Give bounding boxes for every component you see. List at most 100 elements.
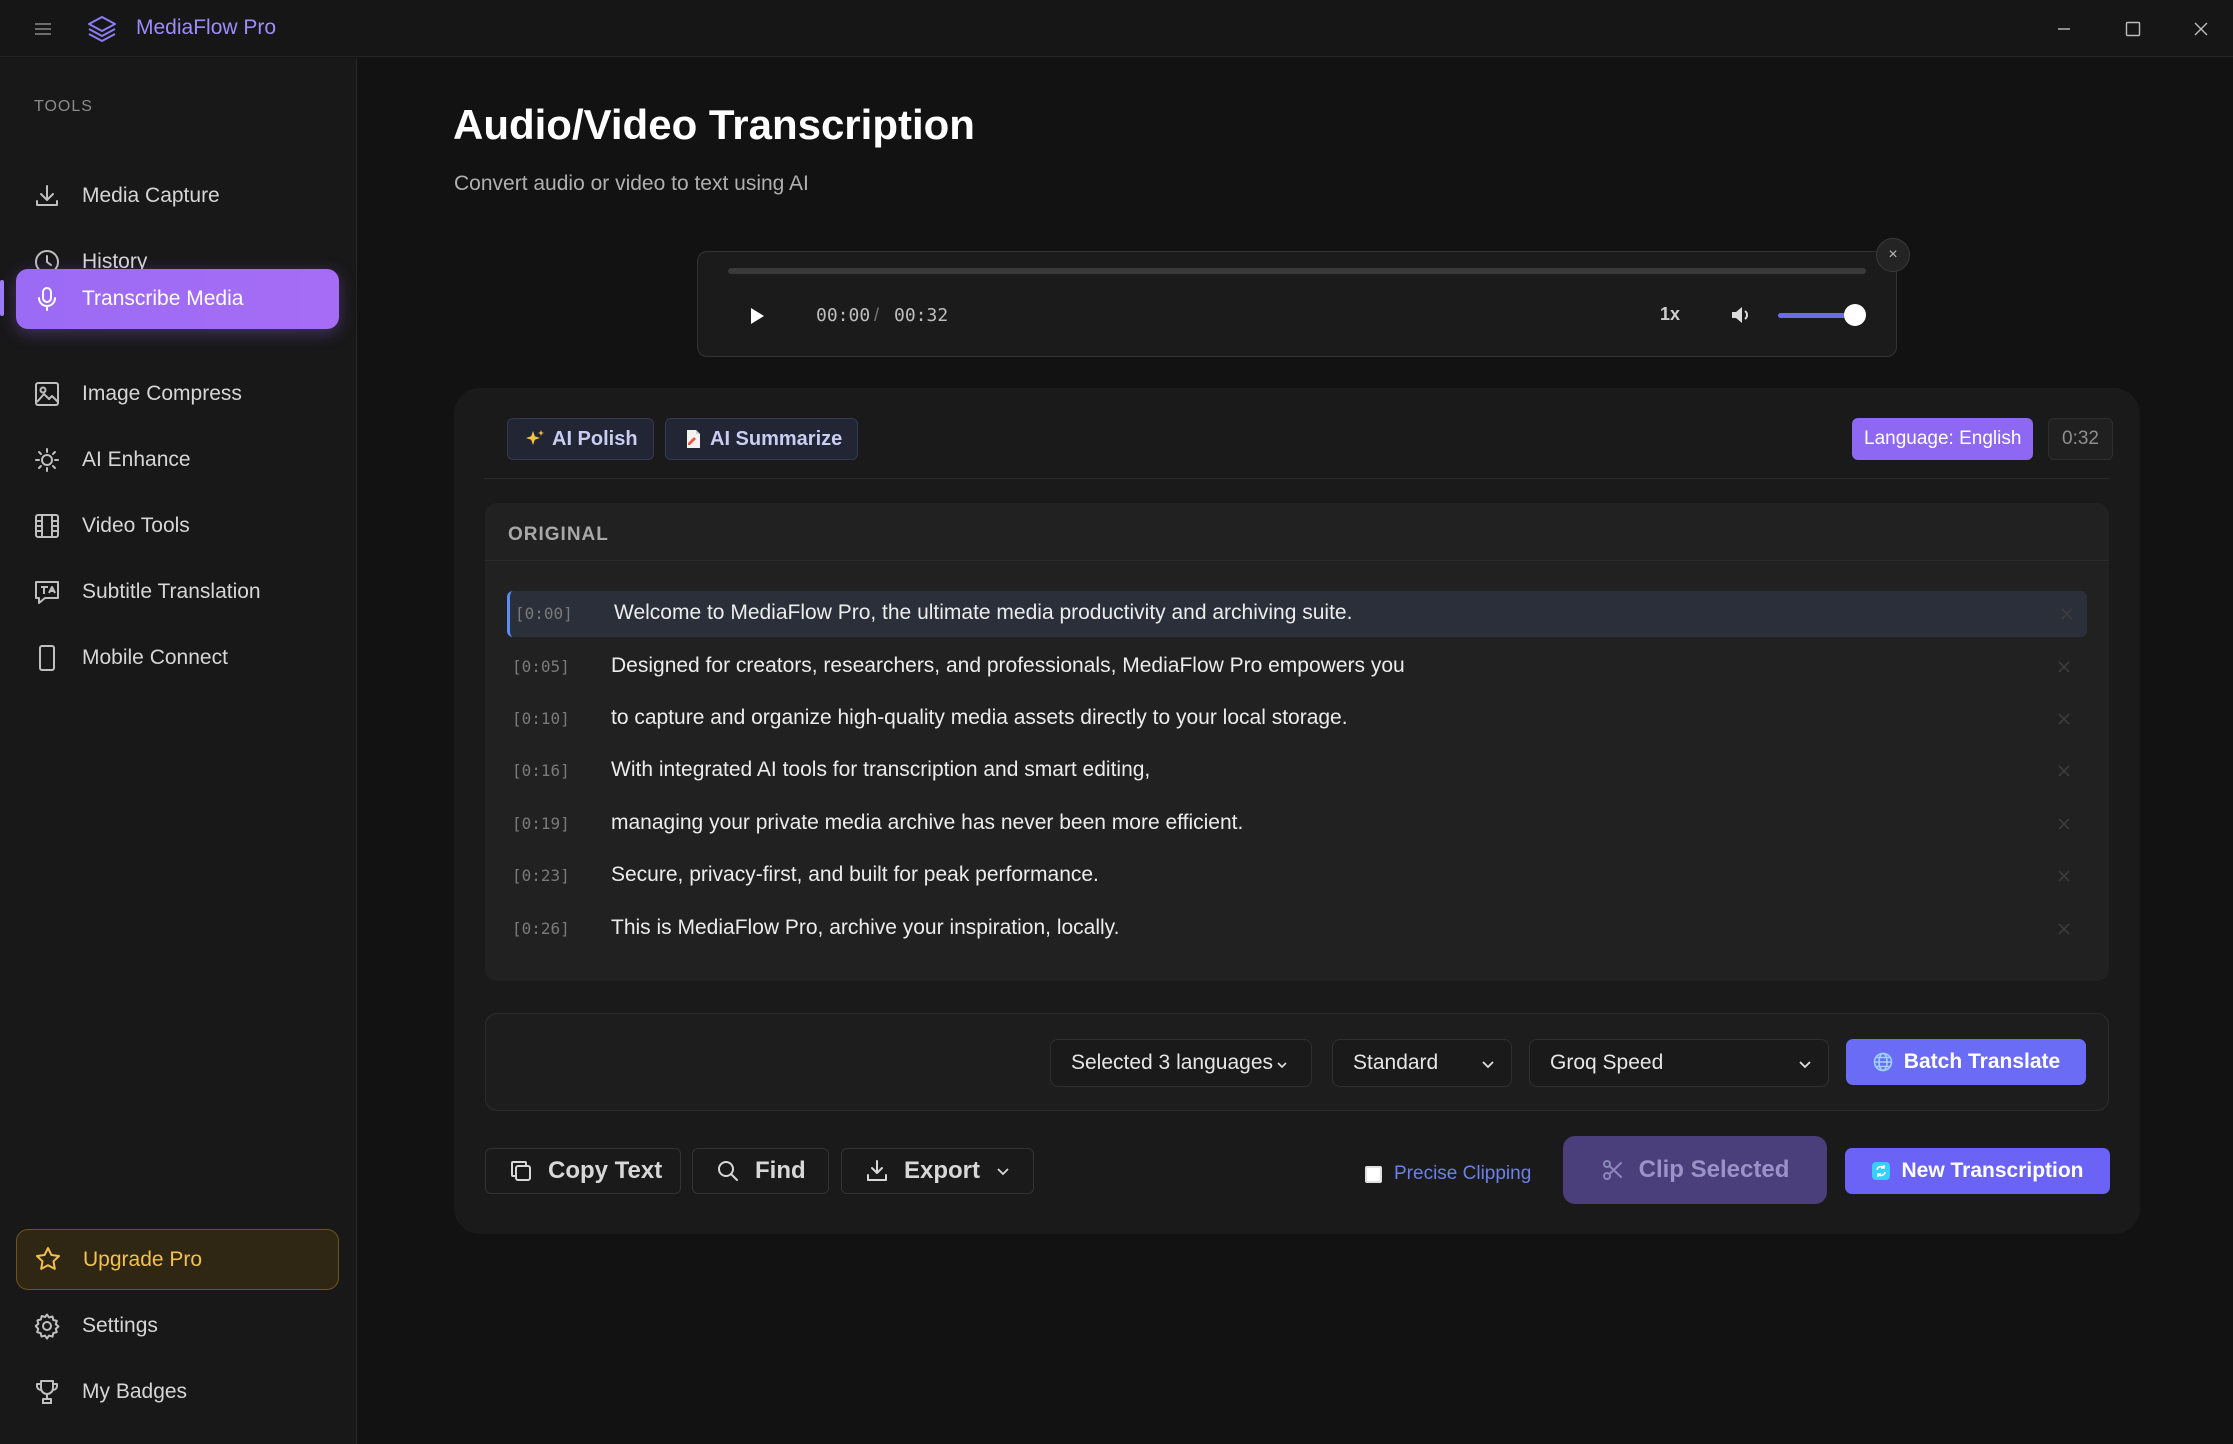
segment-text[interactable]: With integrated AI tools for transcripti… — [611, 758, 1150, 782]
ai-summarize-button[interactable]: AI Summarize — [665, 418, 859, 460]
sidebar-item-ai-enhance[interactable]: AI Enhance — [16, 430, 339, 490]
sidebar-item-label: Subtitle Translation — [82, 580, 261, 603]
original-transcript-panel: ORIGINAL [0:00] Welcome to MediaFlow Pro… — [485, 503, 2109, 981]
transcript-segment[interactable]: [0:19] managing your private media archi… — [507, 801, 2087, 847]
progress-bar[interactable] — [728, 268, 1866, 274]
ai-polish-label: AI Polish — [552, 427, 638, 450]
current-time: 00:00 — [816, 305, 871, 326]
ai-polish-button[interactable]: AI Polish — [507, 418, 654, 460]
segment-timestamp[interactable]: [0:10] — [512, 709, 570, 728]
close-window-icon[interactable] — [2186, 14, 2216, 44]
export-button[interactable]: Export — [841, 1148, 1034, 1194]
volume-icon[interactable] — [1728, 302, 1754, 328]
segment-text[interactable]: Designed for creators, researchers, and … — [611, 654, 1405, 678]
minimize-icon[interactable] — [2049, 14, 2079, 44]
hamburger-menu-icon[interactable] — [32, 18, 54, 40]
sidebar-item-label: Image Compress — [82, 382, 242, 405]
delete-segment-icon[interactable] — [2054, 709, 2074, 729]
segment-timestamp[interactable]: [0:23] — [512, 866, 570, 885]
sidebar: TOOLS Media Capture History Transcribe M… — [0, 58, 357, 1444]
sidebar-item-mobile-connect[interactable]: Mobile Connect — [16, 628, 339, 688]
delete-segment-icon[interactable] — [2057, 604, 2077, 624]
sidebar-item-media-capture[interactable]: Media Capture — [16, 166, 339, 226]
sidebar-item-video-tools[interactable]: Video Tools — [16, 496, 339, 556]
play-icon[interactable] — [744, 304, 768, 328]
star-icon — [34, 1245, 62, 1273]
new-transcription-button[interactable]: New Transcription — [1845, 1148, 2110, 1194]
sidebar-item-image-compress[interactable]: Image Compress — [16, 364, 339, 424]
segment-text[interactable]: Welcome to MediaFlow Pro, the ultimate m… — [614, 601, 1352, 625]
sidebar-item-subtitle-translation[interactable]: Subtitle Translation — [16, 562, 339, 622]
transcription-card: AI Polish AI Summarize Language: English… — [454, 388, 2140, 1234]
chevron-down-icon — [994, 1162, 1012, 1180]
segment-timestamp[interactable]: [0:05] — [512, 657, 570, 676]
find-label: Find — [755, 1157, 806, 1184]
layers-logo-icon — [86, 13, 118, 45]
close-player-button[interactable]: × — [1876, 238, 1910, 272]
search-icon — [715, 1158, 741, 1184]
sidebar-item-label: Media Capture — [82, 184, 220, 207]
segment-timestamp[interactable]: [0:00] — [515, 604, 573, 623]
maximize-icon[interactable] — [2118, 14, 2148, 44]
delete-segment-icon[interactable] — [2054, 657, 2074, 677]
precise-clipping-label[interactable]: Precise Clipping — [1394, 1163, 1531, 1185]
transcript-segment[interactable]: [0:00] Welcome to MediaFlow Pro, the ult… — [507, 591, 2087, 637]
delete-segment-icon[interactable] — [2054, 814, 2074, 834]
batch-translate-button[interactable]: Batch Translate — [1846, 1039, 2086, 1085]
sidebar-section-label: TOOLS — [34, 98, 93, 115]
upgrade-pro-label: Upgrade Pro — [83, 1247, 203, 1271]
original-label: ORIGINAL — [508, 524, 609, 545]
app-title: MediaFlow Pro — [136, 16, 277, 39]
upgrade-pro-button[interactable]: Upgrade Pro — [16, 1229, 339, 1290]
segment-text[interactable]: Secure, privacy-first, and built for pea… — [611, 863, 1099, 887]
refresh-icon — [1871, 1161, 1891, 1181]
transcript-segment[interactable]: [0:10] to capture and organize high-qual… — [507, 696, 2087, 742]
chevron-down-icon — [1275, 1058, 1289, 1072]
transcript-segment[interactable]: [0:26] This is MediaFlow Pro, archive yo… — [507, 906, 2087, 952]
precise-clipping-toggle[interactable]: Precise Clipping — [1365, 1163, 1531, 1185]
segment-timestamp[interactable]: [0:16] — [512, 761, 570, 780]
segment-timestamp[interactable]: [0:19] — [512, 814, 570, 833]
image-icon — [33, 380, 61, 408]
time-separator: / — [874, 305, 880, 325]
media-player: 00:00 / 00:32 1x — [697, 251, 1897, 357]
sidebar-item-settings[interactable]: Settings — [16, 1296, 339, 1356]
microphone-icon — [33, 285, 61, 313]
sidebar-item-transcribe-media[interactable]: Transcribe Media — [16, 269, 339, 329]
segment-text[interactable]: This is MediaFlow Pro, archive your insp… — [611, 916, 1119, 940]
transcript-segment[interactable]: [0:16] With integrated AI tools for tran… — [507, 748, 2087, 794]
batch-translate-label: Batch Translate — [1903, 1050, 2061, 1073]
playback-speed-button[interactable]: 1x — [1660, 304, 1680, 325]
segment-text[interactable]: to capture and organize high-quality med… — [611, 706, 1348, 730]
delete-segment-icon[interactable] — [2054, 761, 2074, 781]
ai-summarize-label: AI Summarize — [710, 427, 843, 450]
engine-select[interactable]: Groq Speed — [1529, 1039, 1829, 1087]
find-button[interactable]: Find — [692, 1148, 829, 1194]
sidebar-item-my-badges[interactable]: My Badges — [16, 1362, 339, 1422]
transcript-segment[interactable]: [0:23] Secure, privacy-first, and built … — [507, 853, 2087, 899]
sidebar-item-label: AI Enhance — [82, 448, 191, 471]
clip-selected-button[interactable]: Clip Selected — [1563, 1136, 1827, 1204]
sun-icon — [33, 446, 61, 474]
sidebar-item-label: My Badges — [82, 1380, 188, 1403]
quality-select[interactable]: Standard — [1332, 1039, 1512, 1087]
gear-icon — [33, 1312, 61, 1340]
precise-clipping-checkbox[interactable] — [1365, 1165, 1382, 1183]
download-icon — [33, 182, 61, 210]
page-title: Audio/Video Transcription — [453, 101, 975, 148]
page-subtitle: Convert audio or video to text using AI — [454, 172, 809, 195]
copy-text-button[interactable]: Copy Text — [485, 1148, 681, 1194]
transcript-segment[interactable]: [0:05] Designed for creators, researcher… — [507, 644, 2087, 690]
segment-timestamp[interactable]: [0:26] — [512, 919, 570, 938]
segment-text[interactable]: managing your private media archive has … — [611, 811, 1243, 835]
document-icon — [682, 428, 704, 450]
delete-segment-icon[interactable] — [2054, 919, 2074, 939]
language-badge[interactable]: Language: English — [1852, 418, 2034, 460]
sidebar-item-label: Transcribe Media — [82, 287, 244, 310]
sidebar-item-label: Mobile Connect — [82, 646, 228, 669]
volume-slider-thumb[interactable] — [1844, 304, 1866, 326]
sidebar-item-label: Video Tools — [82, 514, 190, 537]
target-languages-select[interactable]: Selected 3 languages — [1050, 1039, 1312, 1087]
delete-segment-icon[interactable] — [2054, 866, 2074, 886]
translation-toolbar: Selected 3 languages Standard Groq Speed… — [485, 1013, 2109, 1111]
